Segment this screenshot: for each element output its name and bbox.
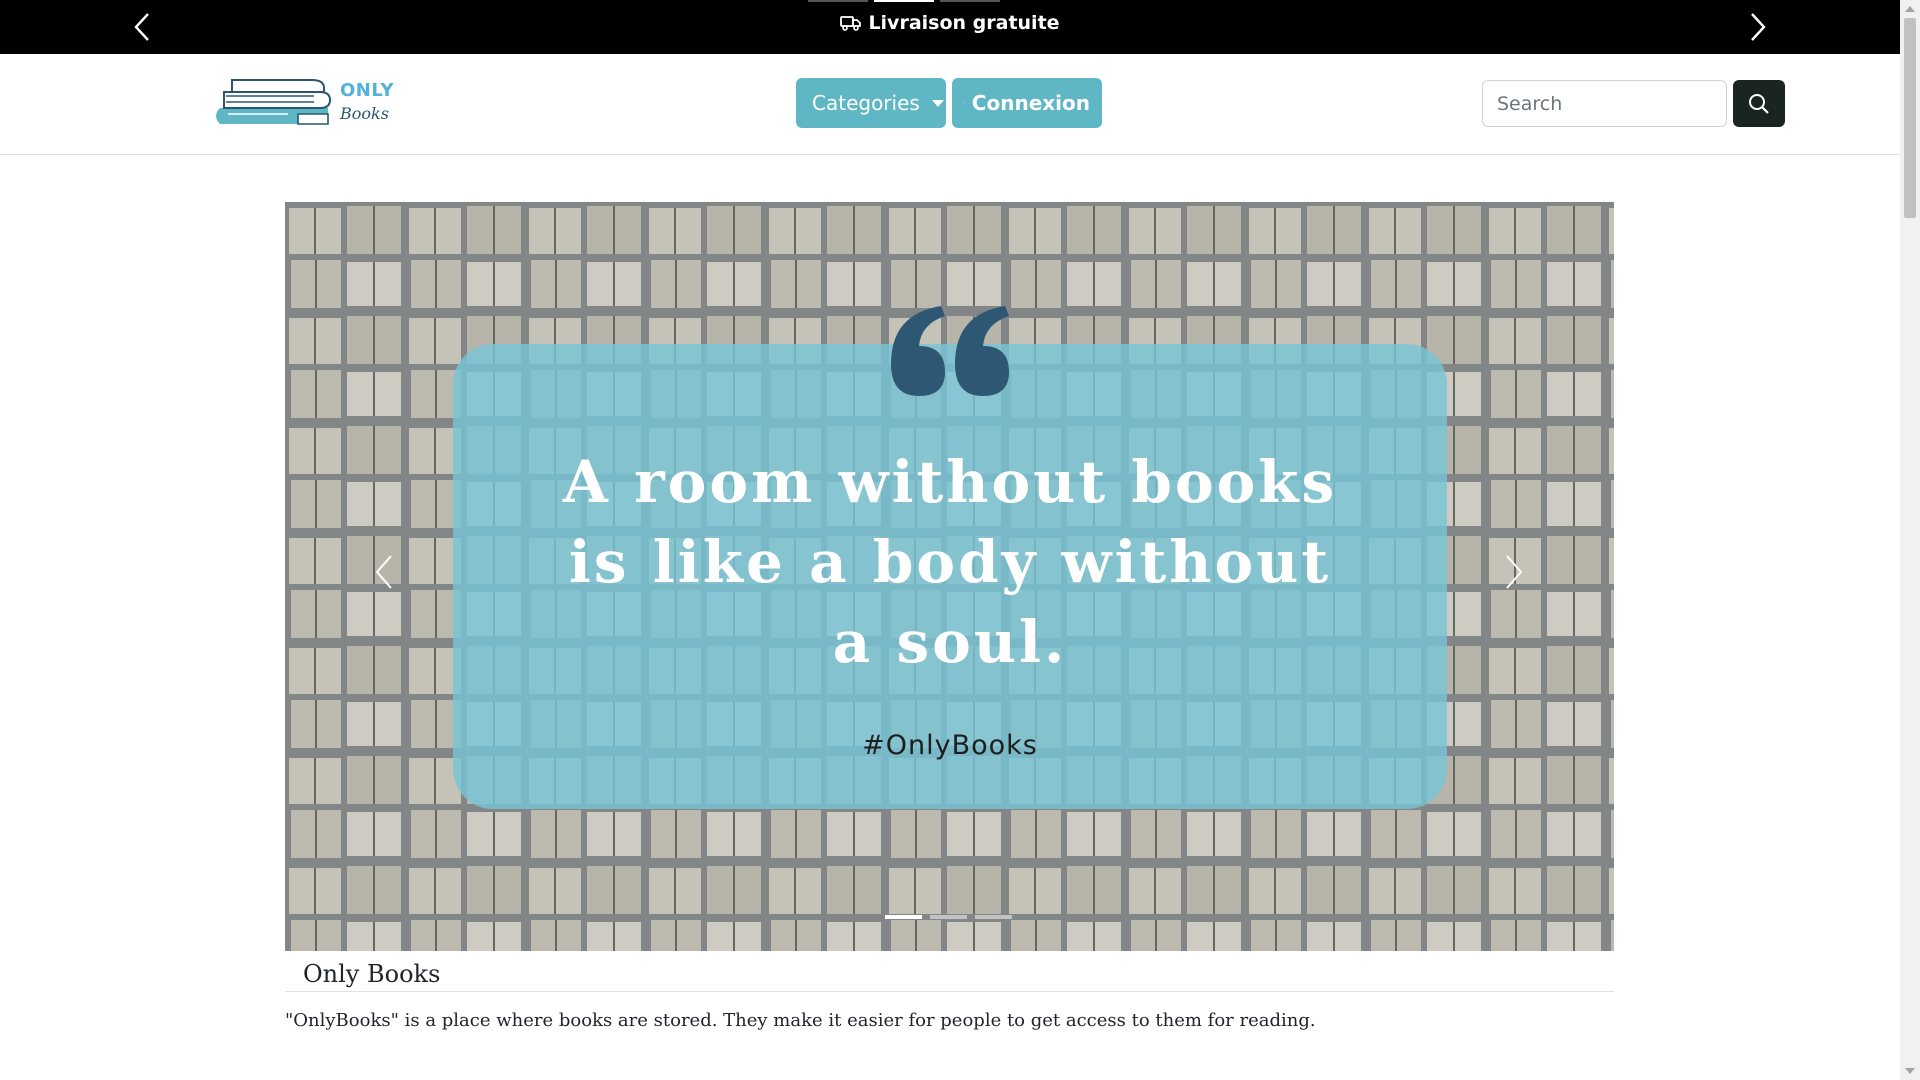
logo-word-only: ONLY — [340, 80, 395, 101]
search-icon — [1749, 93, 1769, 114]
login-icon — [964, 102, 966, 104]
categories-dropdown-button[interactable]: Categories — [796, 78, 946, 128]
main-navbar: ONLY Books Categories Connexion — [0, 54, 1900, 155]
carousel-indicator-1[interactable] — [885, 915, 922, 919]
announcement-bar: Livraison gratuite — [0, 0, 1900, 54]
announcement-text: Livraison gratuite — [868, 12, 1060, 34]
hero-quote-line-2: is like a body without — [568, 528, 1332, 596]
scroll-up-arrow-icon[interactable] — [1905, 6, 1915, 12]
books-logo-icon — [216, 79, 332, 125]
login-label: Connexion — [971, 91, 1090, 115]
search-input[interactable] — [1482, 80, 1727, 127]
hero-hashtag: #OnlyBooks — [862, 730, 1038, 761]
intro-title: Only Books — [303, 960, 441, 988]
search-button[interactable] — [1733, 80, 1785, 127]
categories-label: Categories — [812, 91, 920, 115]
carousel-next-icon[interactable] — [1493, 542, 1533, 602]
announcement-indicators — [808, 0, 1000, 2]
carousel-prev-icon[interactable] — [365, 542, 405, 602]
quote-mark-icon — [891, 306, 1009, 396]
login-button[interactable]: Connexion — [952, 78, 1102, 128]
announcement-indicator-3[interactable] — [940, 0, 1000, 2]
caret-down-icon — [931, 99, 944, 107]
announcement-indicator-1[interactable] — [808, 0, 868, 2]
truck-icon — [840, 16, 862, 31]
hero-quote-line-1: A room without books — [562, 448, 1338, 516]
site-logo[interactable]: ONLY Books — [208, 74, 398, 130]
hero-quote: A room without books is like a body with… — [453, 442, 1447, 682]
scrollbar-thumb[interactable] — [1904, 18, 1916, 218]
announcement-indicator-2[interactable] — [874, 0, 934, 2]
scroll-down-arrow-icon[interactable] — [1905, 1068, 1915, 1074]
announcement-next-arrow-icon[interactable] — [1738, 8, 1776, 46]
carousel-indicators — [885, 915, 1012, 919]
hero-quote-line-3: a soul. — [832, 608, 1068, 676]
announcement-message: Livraison gratuite — [0, 12, 1900, 34]
carousel-indicator-2[interactable] — [930, 915, 967, 919]
intro-divider — [285, 991, 1614, 992]
carousel-indicator-3[interactable] — [975, 915, 1012, 919]
logo-word-books: Books — [340, 104, 389, 123]
page-scrollbar[interactable] — [1900, 0, 1920, 1080]
intro-text: "OnlyBooks" is a place where books are s… — [285, 1010, 1316, 1031]
hero-carousel: A room without books is like a body with… — [285, 202, 1614, 951]
